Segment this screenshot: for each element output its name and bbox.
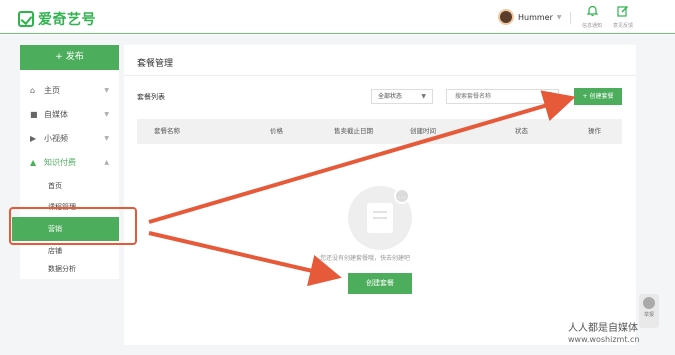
watermark-text: 人人都是自媒体 [568,323,638,334]
table-header: 套餐名称 价格 售卖截止日期 创建时间 状态 操作 [137,119,622,144]
report-float-button[interactable]: 举报 [639,294,659,328]
username: Hummer [518,12,553,22]
page-title: 套餐管理 [137,59,174,69]
user-menu[interactable]: Hummer ▼ [498,9,562,25]
create-package-center-button[interactable]: 创建套餐 [348,273,412,294]
sidebar-item-label: 知识付费 [44,157,76,167]
column-header[interactable]: 价格 [270,119,283,144]
column-header[interactable]: 创建时间 [410,119,436,144]
status-filter-select[interactable]: 全部状态 ▼ [371,89,433,104]
graduation-cap-icon: ▲ [30,157,37,167]
empty-state-text: 您还没有创建套餐哦，快去创建吧 [320,255,411,262]
chevron-up-icon: ▲ [104,158,109,166]
column-header[interactable]: 售卖截止日期 [334,119,373,144]
sidebar-item-label: 主页 [44,85,60,95]
column-header[interactable]: 套餐名称 [154,119,180,144]
chevron-down-icon: ▼ [104,134,109,142]
report-label: 举报 [643,312,654,318]
sidebar-item-media[interactable]: ■ 自媒体 ▼ [20,102,119,126]
search-icon[interactable] [546,92,554,100]
chevron-down-icon: ▼ [556,13,562,21]
divider [124,75,636,76]
sidebar-item-paid-knowledge[interactable]: ▲ 知识付费 ▲ [20,150,119,174]
avatar [498,9,514,25]
home-icon: ⌂ [30,85,36,95]
sidebar-subitem-home[interactable]: 首页 [20,176,119,196]
sidebar-subitem-analytics[interactable]: 数据分析 [20,259,119,279]
status-filter-value: 全部状态 [378,93,403,100]
header-divider [570,12,571,24]
video-icon: ▶ [30,133,37,143]
column-header[interactable]: 状态 [515,119,528,144]
watermark-url: www.woshizmt.cn [568,335,640,344]
chevron-down-icon: ▼ [104,86,109,94]
sidebar-item-label: 自媒体 [44,109,68,119]
feedback-label: 意见反馈 [612,23,633,29]
sidebar-item-label: 小视频 [44,133,68,143]
logo-text: 爱奇艺号 [38,12,96,28]
search-input[interactable] [446,89,559,104]
feedback-button[interactable]: 意见反馈 [605,5,641,29]
column-header[interactable]: 操作 [588,119,601,144]
media-icon: ■ [30,109,38,119]
sidebar-item-home[interactable]: ⌂ 主页 ▼ [20,78,119,102]
chevron-down-icon: ▼ [104,110,109,118]
document-icon [367,203,393,233]
top-header: 爱奇艺号 Hummer ▼ 信息通知 意见反馈 [0,0,675,34]
main-panel: 套餐管理 套餐列表 全部状态 ▼ + 创建套餐 套餐名称 价格 售卖截止日期 创… [124,45,636,345]
logo-check-icon [18,11,34,27]
create-package-button[interactable]: + 创建套餐 [574,88,622,105]
annotation-highlight-box [9,207,137,245]
list-title: 套餐列表 [137,93,165,101]
chat-bubble-icon: … [394,188,410,204]
chevron-down-icon: ▼ [421,93,426,100]
compass-icon [643,297,655,309]
sidebar-item-short-video[interactable]: ▶ 小视频 ▼ [20,126,119,150]
logo[interactable]: 爱奇艺号 [18,9,96,29]
edit-icon [605,5,641,20]
publish-button[interactable]: + 发布 [20,45,119,70]
